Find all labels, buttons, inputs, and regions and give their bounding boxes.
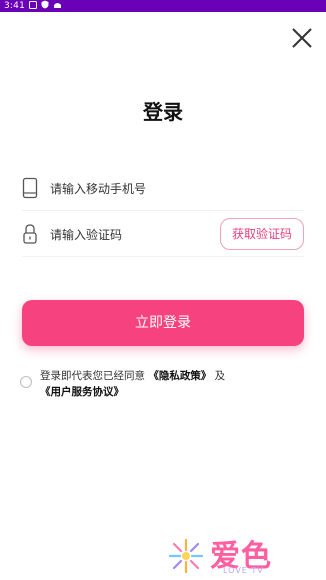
code-input[interactable] bbox=[48, 222, 232, 248]
agreement-text: 登录即代表您已经同意 《隐私政策》 及 《用户服务协议》 bbox=[40, 368, 312, 400]
privacy-policy-link[interactable]: 《隐私政策》 bbox=[148, 370, 211, 382]
lock-icon bbox=[23, 224, 37, 244]
close-button[interactable] bbox=[290, 26, 314, 50]
logo: 爱色 LOVE TV bbox=[166, 532, 296, 576]
flower-logo-icon bbox=[168, 538, 204, 574]
agreement-radio[interactable] bbox=[20, 376, 32, 388]
android-icon bbox=[53, 1, 62, 12]
agreement-prefix: 登录即代表您已经同意 bbox=[40, 370, 149, 382]
login-button[interactable]: 立即登录 bbox=[22, 300, 304, 346]
phone-row bbox=[22, 166, 304, 211]
phone-input[interactable] bbox=[48, 176, 232, 202]
phone-icon bbox=[22, 177, 38, 199]
get-code-button[interactable]: 获取验证码 bbox=[220, 218, 304, 250]
agreement-and: 及 bbox=[211, 370, 226, 382]
status-bar: 3:41 bbox=[0, 0, 326, 12]
shield-icon bbox=[41, 0, 49, 12]
status-time: 3:41 bbox=[4, 1, 26, 11]
notification-icon bbox=[29, 0, 38, 12]
code-row: 获取验证码 bbox=[22, 212, 304, 257]
page-title: 登录 bbox=[143, 100, 183, 124]
close-icon bbox=[292, 28, 312, 48]
terms-link[interactable]: 《用户服务协议》 bbox=[40, 386, 124, 398]
logo-subtext: LOVE TV bbox=[223, 566, 264, 575]
